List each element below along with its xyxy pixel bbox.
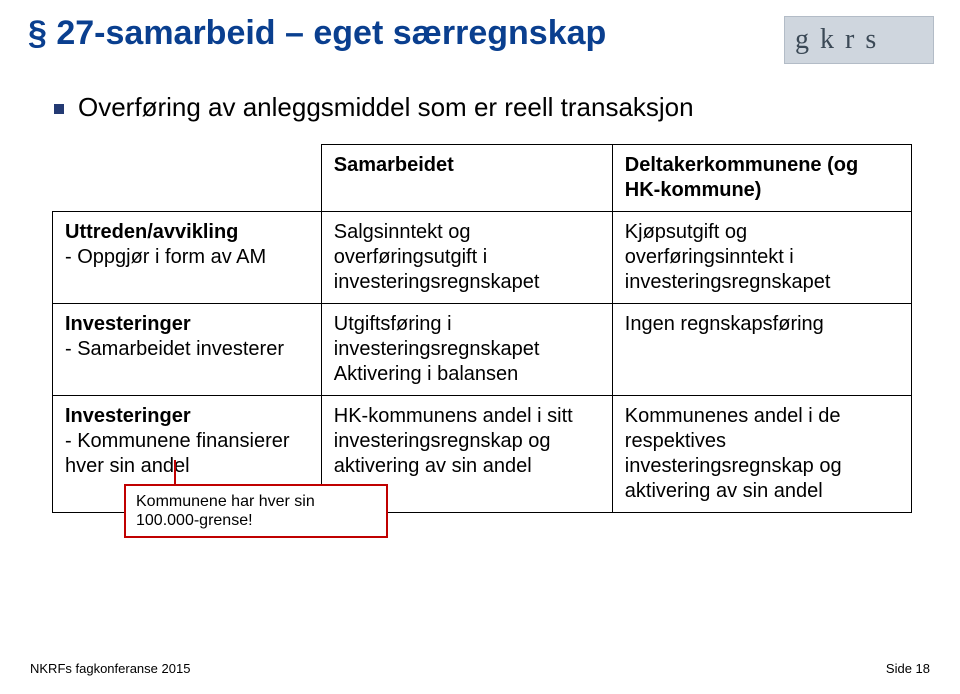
slide: g k r s § 27-samarbeid – eget særregnska… bbox=[0, 0, 960, 694]
table-row: Uttreden/avvikling - Oppgjør i form av A… bbox=[53, 212, 912, 304]
callout-box: Kommunene har hver sin 100.000-grense! bbox=[124, 484, 388, 538]
cell-r3-c3: Kommunenes andel i de respektives invest… bbox=[612, 396, 911, 513]
cell-r1-c3: Kjøpsutgift og overføringsinntekt i inve… bbox=[612, 212, 911, 304]
bullet-text: Overføring av anleggsmiddel som er reell… bbox=[78, 92, 694, 123]
logo-text: g k r s bbox=[795, 24, 878, 56]
callout-connector bbox=[174, 460, 176, 484]
row-head-2: Investeringer - Samarbeidet investerer bbox=[53, 304, 322, 396]
cell-r2-c3: Ingen regnskapsføring bbox=[612, 304, 911, 396]
table-head-col2: Samarbeidet bbox=[321, 145, 612, 212]
table-header-row: Samarbeidet Deltakerkommunene (og HK-kom… bbox=[53, 145, 912, 212]
row-head-line1: Investeringer bbox=[65, 313, 191, 335]
content-table: Samarbeidet Deltakerkommunene (og HK-kom… bbox=[52, 144, 912, 513]
bullet-icon bbox=[54, 104, 64, 114]
row-head-1: Uttreden/avvikling - Oppgjør i form av A… bbox=[53, 212, 322, 304]
row-head-line2: - Kommunene finansierer hver sin andel bbox=[65, 430, 290, 477]
row-head-line1: Uttreden/avvikling bbox=[65, 221, 238, 243]
cell-r1-c2: Salgsinntekt og overføringsutgift i inve… bbox=[321, 212, 612, 304]
bullet-row: Overføring av anleggsmiddel som er reell… bbox=[54, 92, 694, 123]
row-head-line2: - Samarbeidet investerer bbox=[65, 338, 284, 360]
footer-left: NKRFs fagkonferanse 2015 bbox=[30, 661, 190, 676]
logo-gkrs: g k r s bbox=[784, 16, 934, 64]
slide-title: § 27-samarbeid – eget særregnskap bbox=[28, 14, 606, 53]
table-head-col3: Deltakerkommunene (og HK-kommune) bbox=[612, 145, 911, 212]
row-head-line1: Investeringer bbox=[65, 405, 191, 427]
row-head-line2: - Oppgjør i form av AM bbox=[65, 246, 266, 268]
cell-r2-c2: Utgiftsføring i investeringsregnskapet A… bbox=[321, 304, 612, 396]
footer-right: Side 18 bbox=[886, 661, 930, 676]
table-row: Investeringer - Samarbeidet investerer U… bbox=[53, 304, 912, 396]
table-corner-empty bbox=[53, 145, 322, 212]
